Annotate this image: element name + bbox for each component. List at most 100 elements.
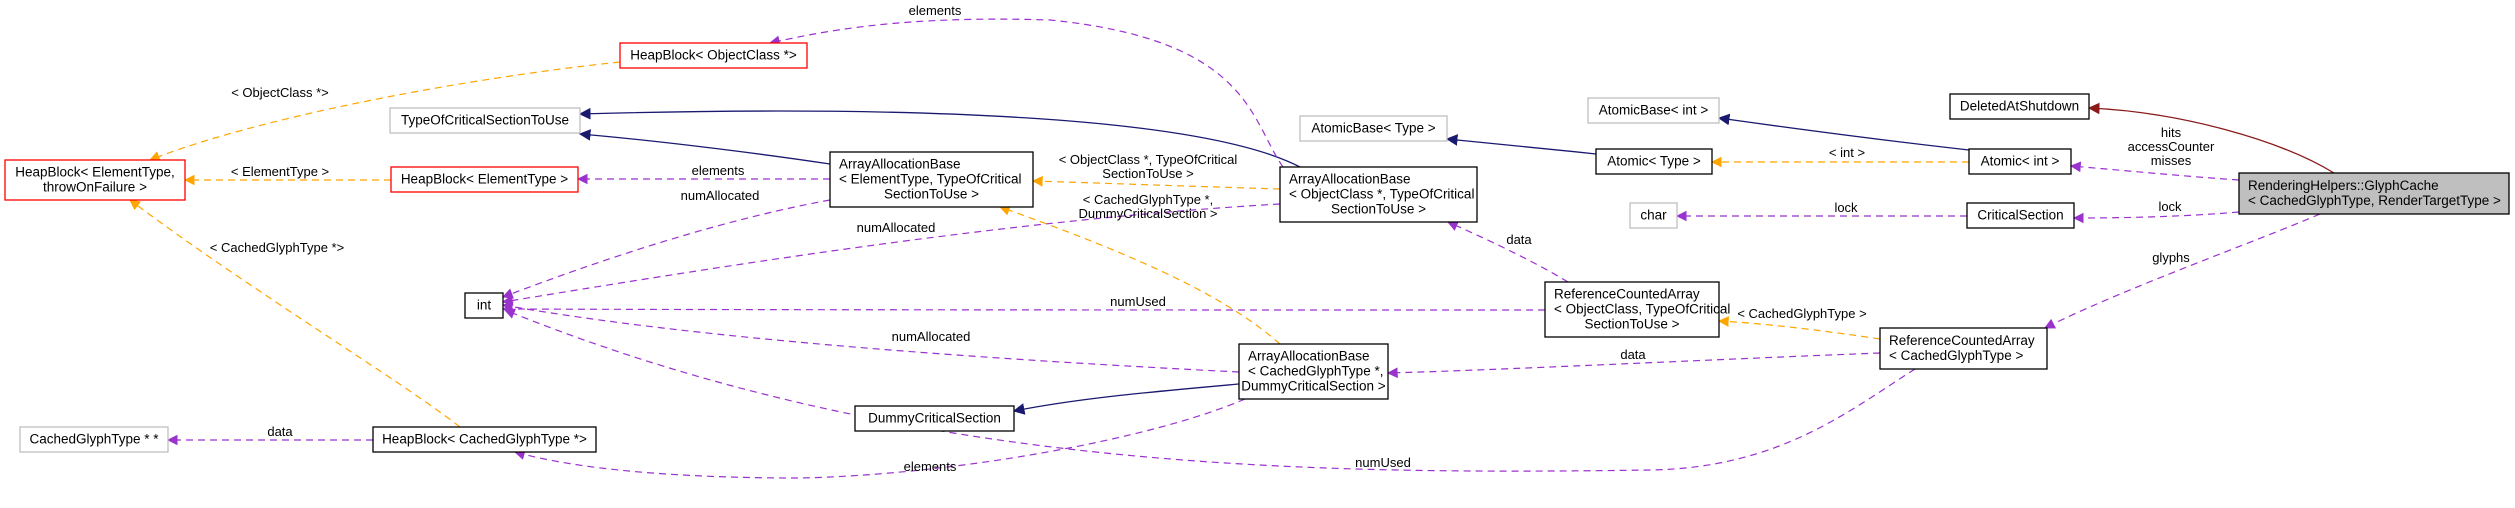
- edge-inherit-aab_elem-to-typeofcs: [578, 129, 831, 165]
- class-node-atomic-int[interactable]: Atomic< int >: [1968, 148, 2072, 175]
- class-node-atomicbase-int[interactable]: AtomicBase< int >: [1587, 97, 1720, 124]
- class-node-aab-obj[interactable]: ArrayAllocationBase< ObjectClass *, Type…: [1279, 166, 1478, 223]
- node-label: < CachedGlyphType >: [1889, 348, 2023, 363]
- node-label: char: [1640, 208, 1667, 223]
- edge-label: hits accessCounter misses: [2128, 125, 2215, 168]
- node-label: HeapBlock< CachedGlyphType *>: [382, 432, 587, 447]
- edge-label-line: misses: [2151, 153, 2192, 168]
- edge-template-heapblock_glyph-to-heapblock_tmpl: [129, 199, 461, 428]
- edge-member-aab_glyph-to-int: [501, 301, 1240, 373]
- edge-label-line: data: [1506, 232, 1532, 247]
- edge-template-refarray_glyph-to-refarray_obj: [1717, 316, 1881, 340]
- edge-label: elements: [904, 459, 957, 474]
- edge-label-line: numAllocated: [892, 329, 971, 344]
- node-label: int: [477, 298, 492, 313]
- node-label: RenderingHelpers::GlyphCache: [2248, 178, 2439, 193]
- node-label: SectionToUse >: [884, 187, 979, 202]
- edge-label-line: < ObjectClass *, TypeOfCritical: [1059, 152, 1238, 167]
- node-label: < CachedGlyphType *,: [1248, 364, 1383, 379]
- class-node-dummycs[interactable]: DummyCriticalSection: [854, 405, 1015, 432]
- edge-inherit-aab_glyph-to-dummycs: [1012, 383, 1240, 415]
- edge-label-line: accessCounter: [2128, 139, 2215, 154]
- class-node-deletedatshutdown[interactable]: DeletedAtShutdown: [1949, 93, 2090, 120]
- edge-label-line: < CachedGlyphType >: [1737, 306, 1866, 321]
- class-node-aab-elem[interactable]: ArrayAllocationBase< ElementType, TypeOf…: [829, 151, 1034, 208]
- edge-label-line: < int >: [1829, 145, 1865, 160]
- class-node-int[interactable]: int: [464, 292, 504, 319]
- edges-layer: [129, 18, 2335, 479]
- node-label: AtomicBase< int >: [1599, 103, 1709, 118]
- edge-labels-layer: hits accessCounter misses lock glyphs < int >…: [210, 3, 2215, 474]
- edge-label: glyphs: [2152, 250, 2190, 265]
- edge-label: numUsed: [1355, 455, 1411, 470]
- edge-label: lock: [1834, 200, 1858, 215]
- edge-label-line: data: [267, 424, 293, 439]
- class-node-heapblock-obj[interactable]: HeapBlock< ObjectClass *>: [619, 42, 808, 69]
- edge-template-aab_obj-to-aab_elem: [1031, 175, 1281, 190]
- edge-member-aab_elem-to-int: [501, 199, 831, 299]
- class-node-char[interactable]: char: [1629, 202, 1678, 229]
- node-label: HeapBlock< ObjectClass *>: [630, 48, 797, 63]
- node-label: CachedGlyphType * *: [29, 432, 159, 447]
- node-label: Atomic< int >: [1981, 154, 2060, 169]
- edge-label: < CachedGlyphType >: [1737, 306, 1866, 321]
- edge-member-glyphcache-to-criticalsection: [2072, 211, 2240, 224]
- node-label: < ElementType, TypeOfCritical: [839, 172, 1021, 187]
- node-label: TypeOfCriticalSectionToUse: [401, 113, 569, 128]
- edge-label-line: numAllocated: [681, 188, 760, 203]
- edge-member-refarray_obj-to-int: [501, 303, 1546, 315]
- edge-label-line: numAllocated: [857, 220, 936, 235]
- node-label: ArrayAllocationBase: [1289, 172, 1411, 187]
- node-label: HeapBlock< ElementType >: [401, 172, 568, 187]
- node-label: throwOnFailure >: [43, 180, 147, 195]
- class-node-typeofcs[interactable]: TypeOfCriticalSectionToUse: [389, 107, 581, 134]
- edge-label-line: lock: [2158, 199, 2182, 214]
- class-node-heapblock-elem[interactable]: HeapBlock< ElementType >: [390, 166, 579, 193]
- node-label: ReferenceCountedArray: [1889, 333, 2035, 348]
- class-node-refarray-glyph[interactable]: ReferenceCountedArray< CachedGlyphType >: [1879, 327, 2048, 370]
- node-label: DummyCriticalSection: [868, 411, 1001, 426]
- node-label: DeletedAtShutdown: [1960, 99, 2079, 114]
- edge-label: < int >: [1829, 145, 1865, 160]
- node-label: ReferenceCountedArray: [1554, 287, 1700, 302]
- edge-label: numUsed: [1110, 294, 1166, 309]
- class-node-glyphcache: RenderingHelpers::GlyphCache< CachedGlyp…: [2238, 172, 2510, 215]
- edge-label: data: [1506, 232, 1532, 247]
- node-label: < ObjectClass *, TypeOfCritical: [1289, 187, 1474, 202]
- edge-label: < CachedGlyphType *>: [210, 240, 344, 255]
- class-node-atomicbase-type[interactable]: AtomicBase< Type >: [1299, 115, 1448, 142]
- edge-label-line: hits: [2161, 125, 2182, 140]
- edge-label: < CachedGlyphType *, DummyCriticalSection…: [1078, 192, 1217, 221]
- edge-label-line: < CachedGlyphType *,: [1083, 192, 1213, 207]
- node-label: < CachedGlyphType, RenderTargetType >: [2248, 193, 2501, 208]
- edge-template-aab_glyph-to-aab_elem: [998, 205, 1281, 345]
- edge-label-line: elements: [692, 163, 745, 178]
- edge-label-line: lock: [1834, 200, 1858, 215]
- class-node-heapblock-tmpl[interactable]: HeapBlock< ElementType,throwOnFailure >: [4, 159, 186, 201]
- node-label: < ObjectClass, TypeOfCritical: [1554, 302, 1730, 317]
- class-node-refarray-obj[interactable]: ReferenceCountedArray< ObjectClass, Type…: [1544, 281, 1730, 338]
- edge-inherit-atomic_type-to-atomicbase_type: [1445, 134, 1597, 155]
- class-node-criticalsection[interactable]: CriticalSection: [1966, 202, 2075, 229]
- edge-label-line: DummyCriticalSection >: [1078, 206, 1217, 221]
- node-label: AtomicBase< Type >: [1311, 121, 1435, 136]
- edge-label: numAllocated: [681, 188, 760, 203]
- edge-label: lock: [2158, 199, 2182, 214]
- class-node-cachedglyphtype-pp[interactable]: CachedGlyphType * *: [19, 426, 169, 453]
- class-node-aab-glyph[interactable]: ArrayAllocationBase< CachedGlyphType *,D…: [1238, 343, 1389, 400]
- collaboration-diagram: hits accessCounter misses lock glyphs < int >…: [4, 3, 2510, 479]
- edge-member-aab_obj-to-heapblock_obj: [768, 18, 1284, 168]
- edge-label: elements: [909, 3, 962, 18]
- node-label: HeapBlock< ElementType,: [15, 165, 174, 180]
- edge-label: numAllocated: [892, 329, 971, 344]
- nodes-layer: RenderingHelpers::GlyphCache< CachedGlyp…: [4, 42, 2510, 453]
- edge-member-glyphcache-to-refarray_glyph: [2044, 213, 2321, 329]
- edge-label: < ObjectClass *, TypeOfCritical SectionTo…: [1059, 152, 1238, 181]
- node-label: ArrayAllocationBase: [1248, 349, 1370, 364]
- node-label: CriticalSection: [1977, 208, 2063, 223]
- edge-label-line: < CachedGlyphType *>: [210, 240, 344, 255]
- class-node-atomic-type[interactable]: Atomic< Type >: [1595, 148, 1713, 175]
- edge-label-line: numUsed: [1110, 294, 1166, 309]
- class-node-heapblock-glyph[interactable]: HeapBlock< CachedGlyphType *>: [372, 426, 597, 453]
- edge-member-glyphcache-to-atomic_int: [2069, 161, 2240, 181]
